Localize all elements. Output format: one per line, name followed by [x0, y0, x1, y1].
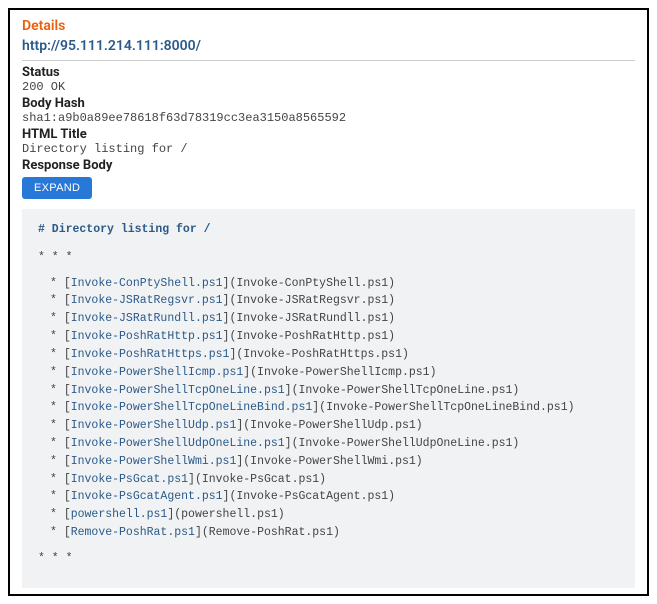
listing-row: * [Invoke-PowerShellTcpOneLine.ps1](Invo… [50, 382, 619, 400]
file-target: (Invoke-PoshRatHttps.ps1) [236, 348, 409, 361]
file-target: (Remove-PoshRat.ps1) [202, 526, 340, 539]
listing-row: * [Invoke-ConPtyShell.ps1](Invoke-ConPty… [50, 275, 619, 293]
html-title-label: HTML Title [22, 127, 635, 142]
listing-row: * [Invoke-PowerShellUdp.ps1](Invoke-Powe… [50, 417, 619, 435]
file-target: (Invoke-PowerShellTcpOneLineBind.ps1) [319, 401, 574, 414]
listing-row: * [Invoke-PsGcatAgent.ps1](Invoke-PsGcat… [50, 488, 619, 506]
file-link[interactable]: Invoke-PsGcat.ps1 [71, 473, 188, 486]
response-body-label: Response Body [22, 158, 635, 173]
bracket-open: [ [64, 312, 71, 325]
file-link[interactable]: Invoke-PowerShellWmi.ps1 [71, 455, 237, 468]
bracket-close: ] [285, 437, 292, 450]
bracket-open: [ [64, 277, 71, 290]
response-body-content: # Directory listing for / * * * * [Invok… [22, 209, 635, 588]
directory-listing: * [Invoke-ConPtyShell.ps1](Invoke-ConPty… [38, 275, 619, 542]
file-target: (Invoke-PowerShellUdpOneLine.ps1) [292, 437, 520, 450]
body-heading: # Directory listing for / [38, 221, 619, 239]
html-title-value: Directory listing for / [22, 142, 635, 156]
bullet: * [50, 419, 64, 432]
file-link[interactable]: Remove-PoshRat.ps1 [71, 526, 195, 539]
bullet: * [50, 294, 64, 307]
bullet: * [50, 348, 64, 361]
file-link[interactable]: Invoke-JSRatRegsvr.ps1 [71, 294, 223, 307]
file-target: (Invoke-JSRatRundll.ps1) [229, 312, 395, 325]
file-link[interactable]: Invoke-PowerShellIcmp.ps1 [71, 366, 244, 379]
status-label: Status [22, 65, 635, 80]
file-target: (Invoke-PsGcat.ps1) [195, 473, 326, 486]
listing-row: * [Invoke-PowerShellIcmp.ps1](Invoke-Pow… [50, 364, 619, 382]
bullet: * [50, 508, 64, 521]
listing-row: * [Invoke-PoshRatHttps.ps1](Invoke-PoshR… [50, 346, 619, 364]
file-link[interactable]: Invoke-PowerShellTcpOneLineBind.ps1 [71, 401, 313, 414]
file-target: (Invoke-PoshRatHttp.ps1) [229, 330, 395, 343]
file-target: (Invoke-JSRatRegsvr.ps1) [229, 294, 395, 307]
listing-row: * [Invoke-PowerShellTcpOneLineBind.ps1](… [50, 399, 619, 417]
bracket-open: [ [64, 419, 71, 432]
separator-stars-bottom: * * * [38, 550, 619, 568]
file-target: (powershell.ps1) [174, 508, 284, 521]
file-target: (Invoke-PowerShellUdp.ps1) [243, 419, 422, 432]
file-link[interactable]: Invoke-PowerShellUdpOneLine.ps1 [71, 437, 285, 450]
listing-row: * [Invoke-PowerShellUdpOneLine.ps1](Invo… [50, 435, 619, 453]
bracket-open: [ [64, 366, 71, 379]
divider [22, 60, 635, 61]
file-target: (Invoke-ConPtyShell.ps1) [229, 277, 395, 290]
file-link[interactable]: Invoke-PsGcatAgent.ps1 [71, 490, 223, 503]
bracket-close: ] [188, 473, 195, 486]
file-link[interactable]: Invoke-PoshRatHttps.ps1 [71, 348, 230, 361]
details-panel: Details http://95.111.214.111:8000/ Stat… [8, 8, 649, 596]
bracket-open: [ [64, 294, 71, 307]
listing-row: * [Invoke-PsGcat.ps1](Invoke-PsGcat.ps1) [50, 471, 619, 489]
file-target: (Invoke-PowerShellWmi.ps1) [243, 455, 422, 468]
expand-button[interactable]: EXPAND [22, 177, 92, 199]
file-link[interactable]: powershell.ps1 [71, 508, 168, 521]
bracket-close: ] [195, 526, 202, 539]
file-link[interactable]: Invoke-JSRatRundll.ps1 [71, 312, 223, 325]
bracket-open: [ [64, 330, 71, 343]
bracket-open: [ [64, 384, 71, 397]
bullet: * [50, 277, 64, 290]
listing-row: * [Remove-PoshRat.ps1](Remove-PoshRat.ps… [50, 524, 619, 542]
file-link[interactable]: Invoke-PowerShellUdp.ps1 [71, 419, 237, 432]
bullet: * [50, 490, 64, 503]
bullet: * [50, 366, 64, 379]
bullet: * [50, 401, 64, 414]
separator-stars-top: * * * [38, 249, 619, 267]
bracket-open: [ [64, 437, 71, 450]
bracket-open: [ [64, 455, 71, 468]
bracket-close: ] [285, 384, 292, 397]
bracket-open: [ [64, 401, 71, 414]
bullet: * [50, 526, 64, 539]
file-target: (Invoke-PowerShellIcmp.ps1) [250, 366, 436, 379]
file-target: (Invoke-PowerShellTcpOneLine.ps1) [292, 384, 520, 397]
file-link[interactable]: Invoke-PoshRatHttp.ps1 [71, 330, 223, 343]
panel-title: Details [22, 18, 635, 34]
bullet: * [50, 437, 64, 450]
status-value: 200 OK [22, 80, 635, 94]
request-url: http://95.111.214.111:8000/ [22, 38, 635, 54]
body-hash-value: sha1:a9b0a89ee78618f63d78319cc3ea3150a85… [22, 111, 635, 125]
file-link[interactable]: Invoke-PowerShellTcpOneLine.ps1 [71, 384, 285, 397]
body-hash-label: Body Hash [22, 96, 635, 111]
bracket-open: [ [64, 473, 71, 486]
bracket-open: [ [64, 348, 71, 361]
bullet: * [50, 455, 64, 468]
listing-row: * [Invoke-PoshRatHttp.ps1](Invoke-PoshRa… [50, 328, 619, 346]
listing-row: * [Invoke-JSRatRundll.ps1](Invoke-JSRatR… [50, 310, 619, 328]
bullet: * [50, 384, 64, 397]
bullet: * [50, 473, 64, 486]
bullet: * [50, 330, 64, 343]
bracket-open: [ [64, 508, 71, 521]
bracket-open: [ [64, 490, 71, 503]
listing-row: * [Invoke-JSRatRegsvr.ps1](Invoke-JSRatR… [50, 292, 619, 310]
bullet: * [50, 312, 64, 325]
file-target: (Invoke-PsGcatAgent.ps1) [229, 490, 395, 503]
file-link[interactable]: Invoke-ConPtyShell.ps1 [71, 277, 223, 290]
bracket-open: [ [64, 526, 71, 539]
listing-row: * [Invoke-PowerShellWmi.ps1](Invoke-Powe… [50, 453, 619, 471]
listing-row: * [powershell.ps1](powershell.ps1) [50, 506, 619, 524]
